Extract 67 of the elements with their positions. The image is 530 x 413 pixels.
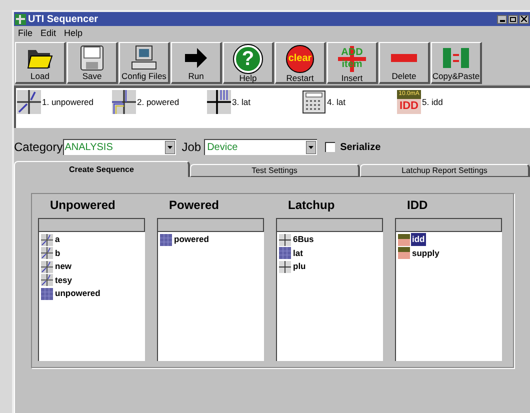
crosshair-graph-icon xyxy=(279,260,291,273)
latchup-graph-icon xyxy=(207,90,231,114)
curve-graph-icon xyxy=(41,260,53,273)
tab[interactable]: Create Sequence xyxy=(14,161,190,177)
toolbar-button[interactable]: clear Restart xyxy=(275,42,326,84)
sequence-step[interactable]: 4. lat xyxy=(302,90,397,114)
minimize-button[interactable] xyxy=(497,14,507,24)
curve-graph-icon xyxy=(112,90,136,114)
toolbar-button[interactable]: Load xyxy=(15,42,66,84)
list-item[interactable]: new xyxy=(54,260,73,274)
list-title: Latchup xyxy=(287,197,336,214)
job-dropdown[interactable]: Device xyxy=(204,139,318,155)
dropdown-arrow-icon xyxy=(164,141,175,154)
list-item[interactable]: a xyxy=(54,233,61,246)
clear-icon: clear xyxy=(286,45,314,73)
menu-item[interactable]: File xyxy=(18,27,33,41)
minus-icon xyxy=(391,54,417,62)
toolbar-button[interactable]: Run xyxy=(171,42,222,84)
help-icon: ? xyxy=(234,45,262,73)
serialize-checkbox[interactable] xyxy=(325,142,336,152)
grid-icon xyxy=(279,247,291,260)
meter-icon xyxy=(398,247,410,260)
right-arrow-icon xyxy=(184,47,208,69)
list-item[interactable]: lat xyxy=(292,246,304,260)
serialize-label: Serialize xyxy=(340,140,381,154)
list-item[interactable]: unpowered xyxy=(54,287,102,300)
menu-item[interactable]: Help xyxy=(64,27,83,41)
sequence-step[interactable]: 1. unpowered xyxy=(17,90,112,114)
grid-icon xyxy=(160,234,172,246)
close-button[interactable] xyxy=(519,14,529,24)
calculator-icon xyxy=(302,90,326,114)
list-title: IDD xyxy=(406,197,429,214)
list-item[interactable]: powered xyxy=(173,233,210,246)
toolbar-button[interactable]: Copy&Paste xyxy=(431,42,482,84)
list-item[interactable]: supply xyxy=(411,246,440,260)
tab[interactable]: Latchup Report Settings xyxy=(360,164,530,177)
sequence-step[interactable]: 2. powered xyxy=(112,90,207,114)
copy-icon xyxy=(442,47,470,69)
toolbar-button[interactable]: Config Files xyxy=(119,42,170,84)
menu-item[interactable]: Edit xyxy=(40,27,56,41)
curve-graph-icon xyxy=(17,90,41,114)
curve-graph-icon xyxy=(41,234,53,246)
tab[interactable]: Test Settings xyxy=(190,164,360,177)
app-icon xyxy=(15,14,26,24)
list-title: Unpowered xyxy=(49,197,116,214)
category-dropdown[interactable]: ANALYSIS xyxy=(62,139,176,155)
toolbar-button[interactable]: Save xyxy=(67,42,118,84)
sequence-step[interactable]: 3. lat xyxy=(207,90,302,114)
grid-icon xyxy=(41,288,53,300)
window-title: UTI Sequencer xyxy=(28,12,98,26)
list-item[interactable]: 6Bus xyxy=(292,233,315,246)
list-item[interactable]: b xyxy=(54,246,62,260)
job-label: Job xyxy=(182,139,202,156)
toolbar-button[interactable]: Delete xyxy=(379,42,430,84)
curve-graph-icon xyxy=(41,274,53,286)
toolbar-button[interactable]: ? Help xyxy=(223,42,274,84)
category-label: Category xyxy=(14,139,63,156)
computer-icon xyxy=(130,45,158,71)
list-title: Powered xyxy=(168,197,220,214)
list-item[interactable]: plu xyxy=(292,260,307,274)
dropdown-arrow-icon xyxy=(306,141,316,154)
meter-icon xyxy=(398,234,410,246)
crosshair-graph-icon xyxy=(279,234,291,246)
maximize-button[interactable] xyxy=(508,14,518,24)
list-item[interactable]: tesy xyxy=(54,274,74,287)
curve-graph-icon xyxy=(41,247,53,260)
list-item[interactable]: idd xyxy=(411,233,426,246)
